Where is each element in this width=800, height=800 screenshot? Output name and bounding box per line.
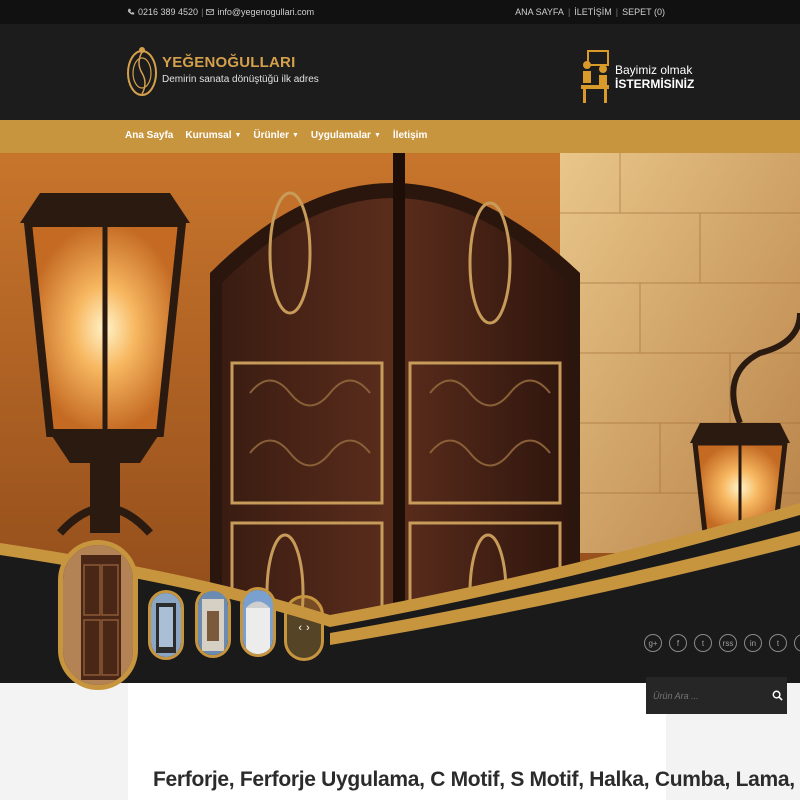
brand-name: YEĞENOĞULLARI bbox=[162, 53, 296, 71]
tumblr-icon[interactable]: t bbox=[769, 634, 787, 652]
main-nav: Ana Sayfa Kurumsal ▼ Ürünler ▼ Uygulamalar… bbox=[0, 120, 800, 153]
top-bar: 0216 389 4520 | info@yegenogullari.com A… bbox=[0, 0, 800, 24]
caret-down-icon: ▼ bbox=[291, 132, 299, 139]
nav-item-products[interactable]: Ürünler ▼ bbox=[253, 130, 299, 141]
search-input[interactable] bbox=[646, 677, 768, 714]
mail-icon bbox=[206, 9, 215, 15]
brand-tagline: Demirin sanata dönüştüğü ilk adres bbox=[162, 73, 319, 85]
thumb-image bbox=[151, 593, 181, 657]
search-button[interactable] bbox=[768, 677, 787, 714]
social-links: g+ f t rss in t p ✿ bbox=[644, 634, 800, 652]
caret-down-icon: ▼ bbox=[373, 132, 381, 139]
top-link-cart[interactable]: SEPET (0) bbox=[622, 7, 665, 17]
dealer-meeting-icon bbox=[581, 50, 609, 103]
nav-item-contact[interactable]: İletişim bbox=[393, 130, 427, 141]
google-plus-icon[interactable]: g+ bbox=[644, 634, 662, 652]
caret-down-icon: ▼ bbox=[234, 132, 242, 139]
slider-thumb[interactable] bbox=[240, 587, 276, 657]
divider: | bbox=[201, 7, 204, 17]
nav-item-label: Uygulamalar bbox=[310, 130, 371, 141]
rss-icon[interactable]: rss bbox=[719, 634, 737, 652]
slider-next-button[interactable]: › bbox=[306, 622, 310, 634]
search-icon bbox=[772, 690, 783, 701]
nav-item-home[interactable]: Ana Sayfa bbox=[125, 130, 173, 141]
nav-item-corporate[interactable]: Kurumsal ▼ bbox=[185, 130, 241, 141]
slider-arrows: ‹ › bbox=[284, 595, 324, 661]
product-search bbox=[646, 677, 787, 714]
logo-emblem-icon bbox=[127, 47, 157, 96]
nav-item-label: Ana Sayfa bbox=[125, 130, 174, 141]
logo[interactable]: YEĞENOĞULLARI Demirin sanata dönüştüğü i… bbox=[126, 38, 319, 108]
top-link-contact[interactable]: İLETİŞİM bbox=[574, 7, 612, 17]
thumb-door-image bbox=[63, 545, 133, 685]
thumb-image bbox=[198, 591, 228, 655]
slider-prev-button[interactable]: ‹ bbox=[298, 622, 302, 634]
thumb-image bbox=[243, 590, 273, 654]
nav-item-label: Ürünler bbox=[253, 130, 289, 141]
twitter-icon[interactable]: t bbox=[694, 634, 712, 652]
dealer-banner[interactable]: Bayimiz olmak İSTERMİSİNİZ bbox=[580, 49, 694, 105]
phone-icon bbox=[127, 8, 135, 15]
phone-number[interactable]: 0216 389 4520 bbox=[138, 7, 198, 17]
page-title: Ferforje, Ferforje Uygulama, C Motif, S … bbox=[153, 768, 795, 791]
top-link-home[interactable]: ANA SAYFA bbox=[515, 7, 564, 17]
slider-thumb[interactable] bbox=[195, 588, 231, 658]
slider-thumb-active[interactable] bbox=[58, 540, 138, 690]
dealer-question: Bayimiz olmak bbox=[615, 63, 693, 77]
facebook-icon[interactable]: f bbox=[669, 634, 687, 652]
linkedin-icon[interactable]: in bbox=[744, 634, 762, 652]
nav-item-label: Kurumsal bbox=[185, 130, 232, 141]
divider: | bbox=[615, 7, 619, 17]
pinterest-icon[interactable]: p bbox=[794, 634, 800, 652]
slider-thumb[interactable] bbox=[148, 590, 184, 660]
dealer-question-bold: İSTERMİSİNİZ bbox=[615, 77, 695, 91]
email-link[interactable]: info@yegenogullari.com bbox=[217, 7, 314, 17]
header: YEĞENOĞULLARI Demirin sanata dönüştüğü i… bbox=[0, 24, 800, 120]
nav-item-applications[interactable]: Uygulamalar ▼ bbox=[311, 130, 381, 141]
page: 0216 389 4520 | info@yegenogullari.com A… bbox=[0, 0, 800, 800]
nav-item-label: İletişim bbox=[392, 130, 428, 141]
divider: | bbox=[567, 7, 571, 17]
